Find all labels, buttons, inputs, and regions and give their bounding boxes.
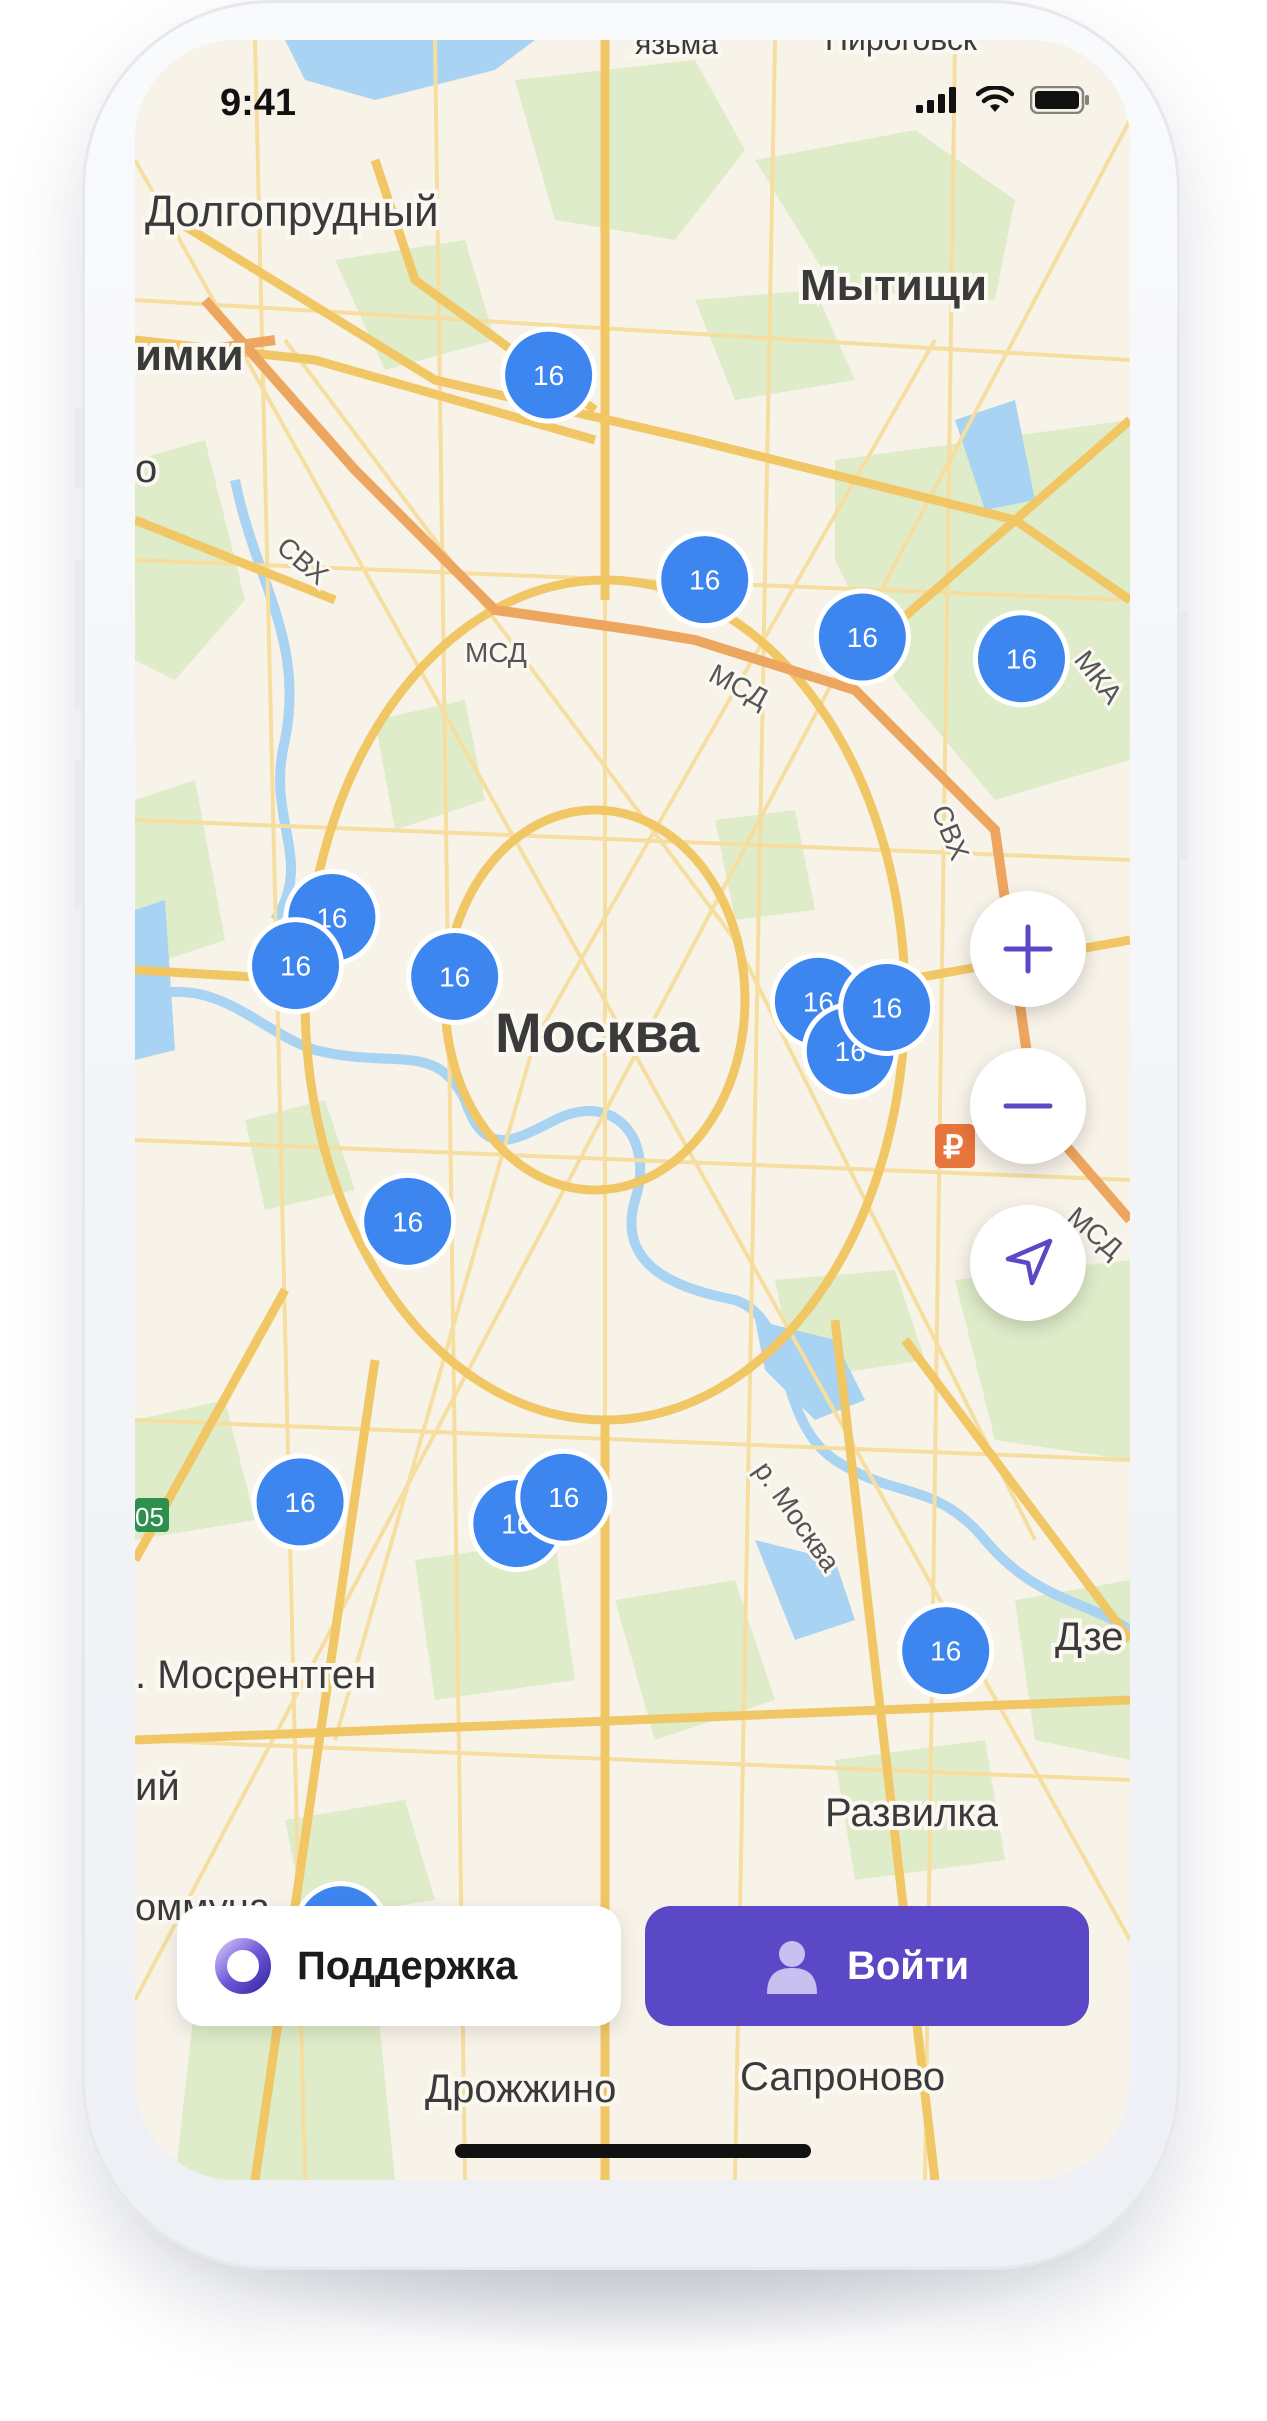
phone-power-button	[1180, 610, 1188, 860]
city-label-moskva: Москва	[495, 1001, 700, 1064]
cluster-marker-count: 16	[847, 622, 878, 653]
my-location-button[interactable]	[970, 1205, 1086, 1321]
route-number: 05	[135, 1502, 164, 1532]
cluster-marker[interactable]: 16	[515, 1448, 613, 1546]
phone-side-button	[74, 408, 82, 488]
login-button-label: Войти	[846, 1943, 970, 1988]
status-bar: 9:41	[135, 40, 1130, 150]
status-icons	[916, 86, 1090, 114]
minus-icon	[1003, 1103, 1053, 1109]
status-time: 9:41	[220, 82, 297, 124]
plus-icon	[1003, 924, 1053, 974]
support-button[interactable]: Поддержка	[177, 1906, 621, 2026]
road-label-msd: МСД	[465, 637, 527, 668]
cluster-marker-count: 16	[548, 1482, 579, 1513]
cluster-marker[interactable]: 16	[359, 1172, 457, 1270]
cluster-marker-count: 16	[392, 1206, 423, 1237]
user-icon	[766, 1941, 817, 1994]
cluster-marker[interactable]: 16	[972, 610, 1070, 708]
cellular-signal-icon	[916, 87, 956, 113]
place-label-mosrentgen: . Мосрентген	[135, 1653, 376, 1697]
zoom-out-button[interactable]	[970, 1048, 1086, 1164]
navigation-arrow-icon	[1005, 1238, 1053, 1286]
place-label-sapronovo: Сапроново	[740, 2055, 945, 2099]
cluster-marker[interactable]: 16	[500, 326, 598, 424]
support-button-label: Поддержка	[297, 1943, 518, 1988]
support-ring-icon	[215, 1938, 271, 1994]
currency-marker-label: ₽	[943, 1129, 963, 1165]
cluster-marker-count: 16	[930, 1636, 961, 1667]
cluster-marker[interactable]: 16	[656, 531, 754, 629]
place-label-drozhzhino: Дрожжино	[425, 2067, 616, 2111]
phone-volume-up	[74, 560, 82, 710]
home-indicator	[455, 2144, 811, 2158]
wifi-icon	[976, 86, 1014, 112]
cluster-marker[interactable]: 16	[247, 917, 345, 1015]
login-button[interactable]: Войти	[645, 1906, 1089, 2026]
cluster-marker-count: 16	[280, 951, 311, 982]
cluster-marker-count: 16	[689, 565, 720, 596]
place-label-dolgoprudny: Долгопрудный	[145, 187, 439, 236]
place-label-dze: Дзе	[1055, 1615, 1124, 1659]
cluster-marker[interactable]: 16	[251, 1453, 349, 1551]
currency-marker[interactable]: ₽	[935, 1124, 975, 1168]
place-label-o: о	[135, 447, 157, 491]
place-label-khimki: имки	[135, 331, 244, 380]
cluster-marker-count: 16	[1006, 644, 1037, 675]
cluster-marker[interactable]: 16	[406, 927, 504, 1025]
place-label-razvilka: Развилка	[825, 1791, 999, 1835]
cluster-marker-count: 16	[533, 360, 564, 391]
cluster-marker[interactable]: 16	[813, 588, 911, 686]
battery-icon	[1030, 86, 1089, 114]
phone-volume-down	[74, 760, 82, 910]
zoom-in-button[interactable]	[970, 891, 1086, 1007]
cluster-marker[interactable]: 16	[838, 958, 936, 1056]
place-label-mytishchi: Мытищи	[800, 261, 987, 310]
cluster-marker-count: 16	[871, 992, 902, 1023]
place-label-ii: ий	[135, 1765, 180, 1809]
app-screen: Долгопрудный Мытищи имки о Москва . Моср…	[135, 40, 1130, 2180]
cluster-marker[interactable]: 16	[897, 1602, 995, 1700]
cluster-marker-count: 16	[439, 961, 470, 992]
cluster-marker-count: 16	[285, 1487, 316, 1518]
